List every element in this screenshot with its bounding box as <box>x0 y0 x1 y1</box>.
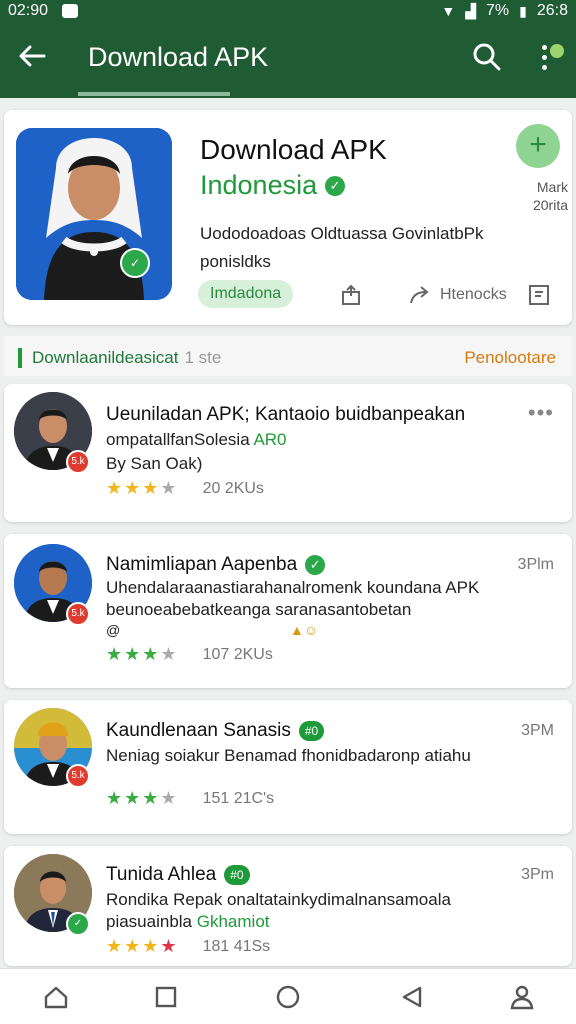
hero-description: Uododoadoas Oldtuassa GovinlatbPk ponisl… <box>200 224 484 271</box>
overflow-menu-icon[interactable]: ••• <box>528 400 554 426</box>
bookmark-box-icon <box>529 285 549 305</box>
item-line-1: Rondika Repak onaltatainkydimalnansamoal… <box>106 890 451 909</box>
battery-icon: ▮ <box>519 2 527 19</box>
item-tag: #0 <box>224 865 250 885</box>
item-title-row: Namimliapan Aapenba ✓ <box>106 554 326 576</box>
rating-row: ★ ★ ★ ★ 181 41Ss <box>106 936 270 957</box>
star-icon: ★ <box>124 644 141 664</box>
profile-icon[interactable] <box>508 983 536 1011</box>
forward-label: Htenocks <box>440 286 507 303</box>
star-icon: ★ <box>124 788 141 808</box>
item-line-3: @ <box>106 622 121 638</box>
item-line-1: ompatallfanSolesia AR0 <box>106 430 287 449</box>
status-bar: 02:90 ▼ ▟ 7% ▮ 26:8 <box>0 0 576 22</box>
avatar-badge: 5.k <box>66 764 90 788</box>
download-count: 181 41Ss <box>202 937 271 955</box>
star-icon: ★ <box>106 478 123 498</box>
hero-title: Download APK <box>200 134 387 165</box>
star-icon: ★ <box>106 936 123 956</box>
list-item[interactable]: ✓ Tunida Ahlea #0 Rondika Repak onaltatai… <box>4 846 572 966</box>
rating-row: ★ ★ ★ ★ 151 21C's <box>106 788 274 809</box>
star-icon: ★ <box>160 788 177 808</box>
section-action-link[interactable]: Penolootare <box>464 348 556 368</box>
star-icon: ★ <box>142 644 159 664</box>
arrow-left-icon[interactable] <box>16 40 52 76</box>
item-tag: #0 <box>298 721 325 741</box>
item-line-2: By San Oak) <box>106 454 203 473</box>
bookmark-button[interactable] <box>528 282 550 308</box>
forward-arrow-icon <box>410 286 429 304</box>
item-line-1: Uhendalaraanastiarahanalromenk koundana … <box>106 578 480 597</box>
item-time: 3Plm <box>517 556 554 573</box>
wifi-icon: ▼ <box>441 3 456 19</box>
battery-percent: 7% <box>486 2 510 19</box>
back-triangle-icon[interactable] <box>398 983 426 1011</box>
more-vertical-icon[interactable] <box>536 42 566 78</box>
list-item[interactable]: 5.k Namimliapan Aapenba ✓ Uhendalaraanast… <box>4 534 572 688</box>
rating-row: ★ ★ ★ ★ 20 2KUs <box>106 478 264 499</box>
star-icon: ★ <box>142 788 159 808</box>
share-button[interactable] <box>340 282 362 308</box>
item-title: Ueuniladan APK; Kantaoio buidbanpeakan <box>106 404 466 425</box>
share-icon <box>342 284 360 305</box>
star-icon: ★ <box>124 478 141 498</box>
star-icon: ★ <box>142 478 159 498</box>
item-line-2: beunoeabebatkeanga saranasantobetan <box>106 600 412 619</box>
avatar-badge: 5.k <box>66 450 90 474</box>
signal-icon: ▟ <box>465 2 477 19</box>
status-time: 02:90 <box>8 2 49 19</box>
star-icon: ★ <box>106 788 123 808</box>
section-header: Downlaanildeasicat 1 ste Penolootare <box>4 336 572 376</box>
list-item[interactable]: 5.k Kaundlenaan Sanasis #0 Neniag soiakur… <box>4 700 572 834</box>
item-line-2: piasuainbla Gkhamiot <box>106 912 270 931</box>
star-icon: ★ <box>106 644 123 664</box>
hero-subtitle-row: Indonesia ✓ <box>200 170 346 201</box>
star-icon: ★ <box>124 936 141 956</box>
emoji-reaction-icon: ▲☺ <box>290 622 319 638</box>
item-time: 3PM <box>521 722 554 739</box>
download-count: 151 21C's <box>202 789 275 807</box>
star-icon: ★ <box>160 644 177 664</box>
section-accent-bar <box>18 348 22 368</box>
app-hero-card: ✓ Download APK Indonesia ✓ Uododoadoas O… <box>4 110 572 325</box>
circle-icon[interactable] <box>274 983 302 1011</box>
notification-icon <box>62 4 79 18</box>
star-icon: ★ <box>160 478 177 498</box>
title-underline <box>78 92 230 96</box>
download-count: 20 2KUs <box>202 479 264 497</box>
item-line-1: Neniag soiakur Benamad fhonidbadaronp at… <box>106 746 471 765</box>
avatar-badge: 5.k <box>66 602 90 626</box>
item-time: 3Pm <box>521 866 554 883</box>
add-button[interactable]: + <box>516 124 560 168</box>
verified-icon: ✓ <box>305 555 326 575</box>
section-label: Downlaanildeasicat 1 ste <box>32 348 222 367</box>
mark-label: Mark 20rita <box>532 179 568 213</box>
square-icon[interactable] <box>152 983 180 1011</box>
item-title-row: Tunida Ahlea #0 <box>106 864 250 886</box>
download-count: 107 2KUs <box>202 645 273 663</box>
home-icon[interactable] <box>42 983 70 1011</box>
app-bar: Download APK <box>0 22 576 98</box>
star-icon: ★ <box>160 936 177 956</box>
hero-subtitle: Indonesia <box>200 170 318 200</box>
item-title-row: Kaundlenaan Sanasis #0 <box>106 720 325 742</box>
list-item[interactable]: 5.k Ueuniladan APK; Kantaoio buidbanpeak… <box>4 384 572 522</box>
category-chip[interactable]: Imdadona <box>198 280 294 308</box>
app-avatar <box>16 128 172 300</box>
verified-badge: ✓ <box>120 248 150 278</box>
verified-icon: ✓ <box>325 175 346 196</box>
bottom-nav-bar <box>0 968 576 1024</box>
forward-button[interactable]: Htenocks <box>408 282 507 308</box>
search-icon[interactable] <box>472 42 504 74</box>
status-clock-right: 26:8 <box>536 2 568 19</box>
avatar-badge: ✓ <box>66 912 90 936</box>
star-icon: ★ <box>142 936 159 956</box>
rating-row: ★ ★ ★ ★ 107 2KUs <box>106 644 273 665</box>
page-title: Download APK <box>88 42 269 72</box>
